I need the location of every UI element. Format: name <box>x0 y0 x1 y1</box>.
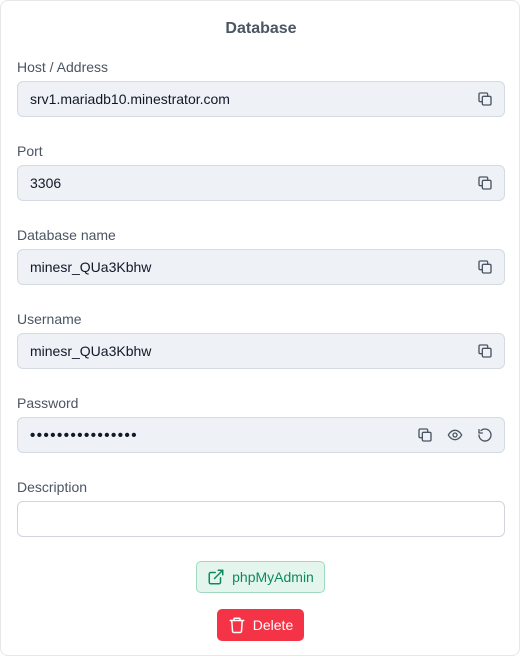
port-label: Port <box>17 143 43 159</box>
description-input[interactable] <box>17 501 505 537</box>
dbname-field[interactable]: minesr_QUa3Kbhw <box>17 249 505 285</box>
dbname-value: minesr_QUa3Kbhw <box>30 259 152 275</box>
copy-icon[interactable] <box>476 90 494 108</box>
delete-label: Delete <box>252 617 294 633</box>
host-field[interactable]: srv1.mariadb10.minestrator.com <box>17 81 505 117</box>
trash-icon <box>229 617 245 634</box>
description-label: Description <box>17 479 88 495</box>
password-value: •••••••••••••••• <box>30 426 139 444</box>
delete-button[interactable]: Delete <box>217 609 304 641</box>
copy-icon[interactable] <box>476 174 494 192</box>
port-value: 3306 <box>30 175 62 191</box>
username-field[interactable]: minesr_QUa3Kbhw <box>17 333 505 369</box>
copy-icon[interactable] <box>416 426 434 444</box>
dbname-label: Database name <box>17 227 116 243</box>
username-label: Username <box>17 311 82 327</box>
card-title: Database <box>225 20 297 37</box>
database-card: Database Host / Address srv1.mariadb10.m… <box>0 0 520 656</box>
phpmyadmin-button[interactable]: phpMyAdmin <box>196 561 325 593</box>
password-field[interactable]: •••••••••••••••• <box>17 417 505 453</box>
phpmyadmin-label: phpMyAdmin <box>232 569 314 585</box>
password-label: Password <box>17 395 79 411</box>
port-field[interactable]: 3306 <box>17 165 505 201</box>
external-link-icon <box>208 569 224 585</box>
refresh-icon[interactable] <box>476 426 494 444</box>
copy-icon[interactable] <box>476 258 494 276</box>
host-label: Host / Address <box>17 59 109 75</box>
username-value: minesr_QUa3Kbhw <box>30 343 152 359</box>
copy-icon[interactable] <box>476 342 494 360</box>
eye-icon[interactable] <box>446 426 464 444</box>
host-value: srv1.mariadb10.minestrator.com <box>30 91 230 107</box>
